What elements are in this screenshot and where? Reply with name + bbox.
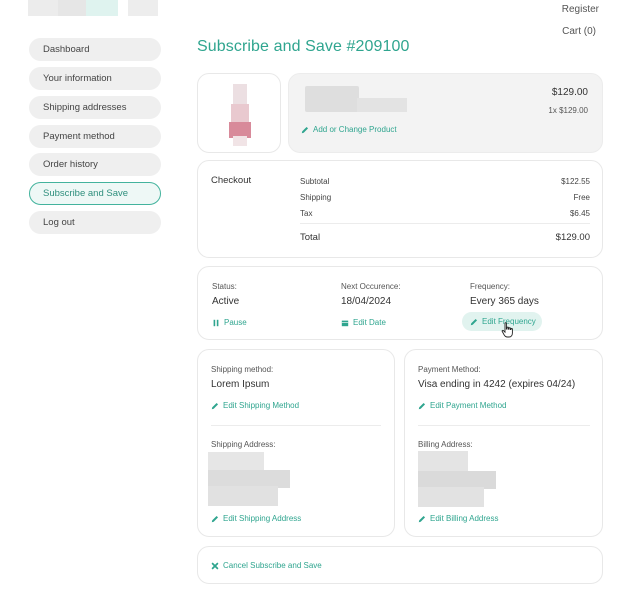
sidebar-item-order-history[interactable]: Order history (29, 153, 161, 176)
sidebar-item-payment-method[interactable]: Payment method (29, 125, 161, 148)
pencil-icon (418, 515, 426, 522)
shipping-value: Free (573, 193, 590, 202)
product-image (229, 84, 251, 146)
pencil-icon (211, 402, 219, 409)
hand-cursor-icon (501, 322, 513, 338)
sidebar-item-log-out[interactable]: Log out (29, 211, 161, 234)
close-icon (211, 562, 219, 569)
payment-divider (418, 425, 590, 426)
product-price: $129.00 (551, 87, 588, 98)
pencil-icon (211, 515, 219, 522)
next-occurence-label: Next Occurence: (341, 282, 401, 291)
product-image-card (197, 73, 281, 153)
add-change-product-link[interactable]: Add or Change Product (301, 125, 397, 134)
billing-address-blurred (418, 451, 496, 507)
page-title: Subscribe and Save #209100 (197, 38, 410, 55)
shipping-method-label: Shipping method: (211, 365, 274, 374)
cancel-subscribe-and-save-link[interactable]: Cancel Subscribe and Save (211, 561, 322, 570)
shipping-label: Shipping (300, 193, 332, 202)
shipping-address-label: Shipping Address: (211, 440, 276, 449)
sidebar-item-your-information[interactable]: Your information (29, 67, 161, 90)
checkout-divider (300, 223, 590, 224)
total-label: Total (300, 232, 321, 243)
edit-billing-address-link[interactable]: Edit Billing Address (418, 514, 498, 523)
product-name-blurred (305, 86, 359, 112)
tax-label: Tax (300, 209, 313, 218)
cancel-card: Cancel Subscribe and Save (197, 546, 603, 584)
register-link[interactable]: Register (562, 4, 599, 15)
shipping-address-blurred (208, 452, 290, 506)
pause-icon (213, 319, 219, 326)
sidebar-item-shipping-addresses[interactable]: Shipping addresses (29, 96, 161, 119)
sidebar-item-subscribe-and-save[interactable]: Subscribe and Save (29, 182, 161, 205)
pencil-icon (301, 126, 309, 133)
pencil-icon (418, 402, 426, 409)
edit-payment-method-link[interactable]: Edit Payment Method (418, 401, 506, 410)
shipping-divider (211, 425, 381, 426)
pencil-icon (470, 318, 478, 325)
product-card: $129.00 1x $129.00 Add or Change Product (288, 73, 603, 153)
edit-shipping-method-link[interactable]: Edit Shipping Method (211, 401, 299, 410)
payment-method-value: Visa ending in 4242 (expires 04/24) (418, 379, 576, 390)
subtotal-value: $122.55 (561, 177, 590, 186)
status-label: Status: (212, 282, 237, 291)
frequency-label: Frequency: (470, 282, 511, 291)
total-value: $129.00 (555, 232, 590, 243)
edit-date-link[interactable]: Edit Date (341, 318, 386, 327)
subtotal-label: Subtotal (300, 177, 330, 186)
product-qty-price: 1x $129.00 (548, 106, 588, 115)
payment-method-label: Payment Method: (418, 365, 481, 374)
status-value: Active (212, 296, 240, 307)
checkout-heading: Checkout (211, 175, 252, 186)
pause-link[interactable]: Pause (212, 318, 247, 327)
subscription-status-card: Status: Active Pause Next Occurence: 18/… (197, 266, 603, 340)
checkout-card: Checkout Subtotal $122.55 Shipping Free … (197, 160, 603, 258)
cart-link[interactable]: Cart (0) (562, 26, 596, 37)
next-occurence-value: 18/04/2024 (341, 296, 392, 307)
tax-value: $6.45 (569, 209, 590, 218)
edit-shipping-address-link[interactable]: Edit Shipping Address (211, 514, 301, 523)
sidebar-item-dashboard[interactable]: Dashboard (29, 38, 161, 61)
shipping-method-value: Lorem Ipsum (211, 379, 270, 390)
payment-card: Payment Method: Visa ending in 4242 (exp… (404, 349, 603, 537)
calendar-icon (341, 320, 349, 326)
shipping-card: Shipping method: Lorem Ipsum Edit Shippi… (197, 349, 395, 537)
billing-address-label: Billing Address: (418, 440, 473, 449)
logo[interactable] (28, 0, 162, 16)
frequency-value: Every 365 days (470, 296, 539, 307)
